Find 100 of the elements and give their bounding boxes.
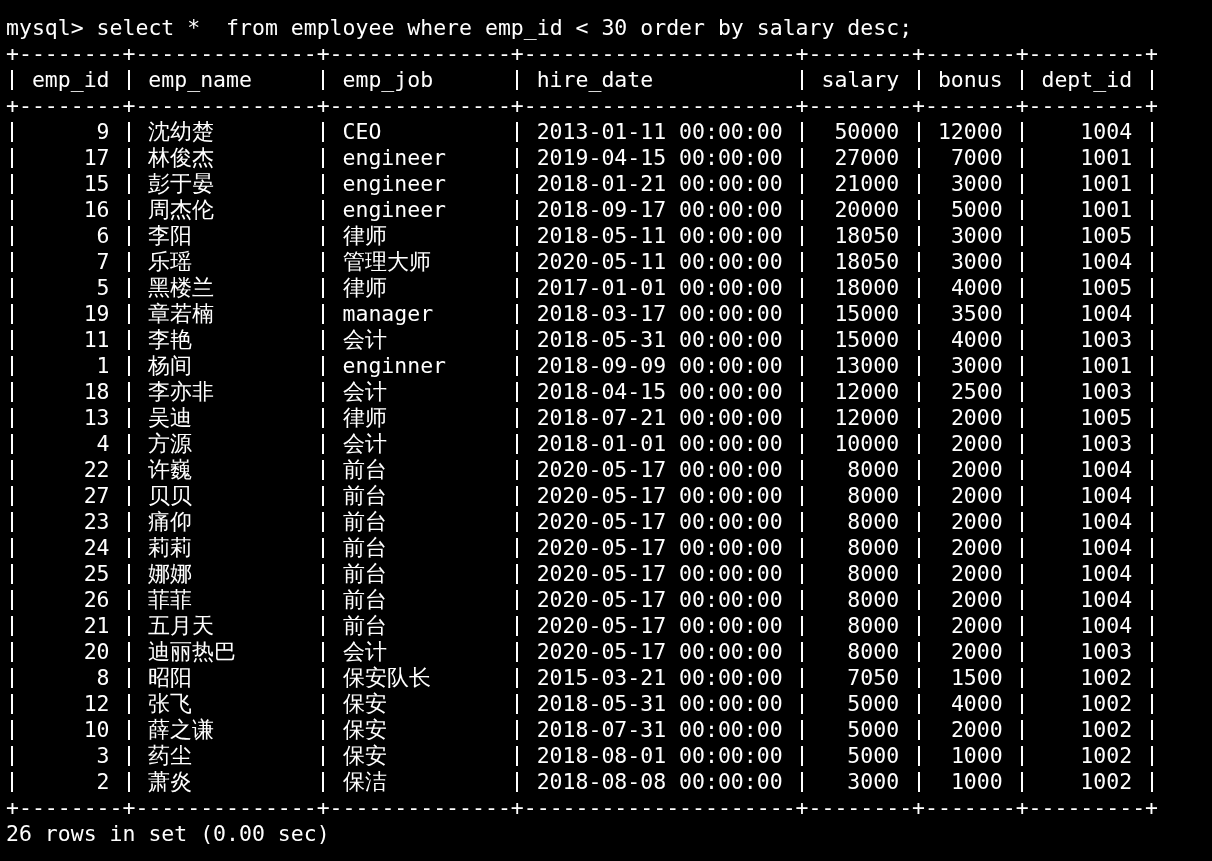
table-cell: 18000 xyxy=(834,275,900,301)
table-cell: 1001 xyxy=(1080,353,1133,379)
table-cell: 5 xyxy=(96,275,110,301)
table-cell: 痛仰 xyxy=(148,509,193,535)
table-cell: 2500 xyxy=(950,379,1003,405)
table-cell: 8000 xyxy=(847,483,900,509)
table-cell: 1004 xyxy=(1080,119,1133,145)
table-cell: 1005 xyxy=(1080,275,1133,301)
table-cell: 4 xyxy=(96,431,110,457)
table-cell: 5000 xyxy=(847,743,900,769)
table-cell: 2000 xyxy=(950,509,1003,535)
table-cell: 李亦非 xyxy=(148,379,215,405)
table-cell: 2013-01-11 00:00:00 xyxy=(536,119,783,145)
table-cell: 保安 xyxy=(342,691,387,717)
table-cell: 保洁 xyxy=(342,769,387,795)
table-cell: 1004 xyxy=(1080,613,1133,639)
table-cell: 1003 xyxy=(1080,379,1133,405)
table-cell: 10 xyxy=(83,717,110,743)
table-cell: 娜娜 xyxy=(148,561,193,587)
result-summary: 26 rows in set (0.00 sec) xyxy=(6,821,330,846)
table-cell: 2000 xyxy=(950,717,1003,743)
table-cell: 5000 xyxy=(847,717,900,743)
table-cell: 1001 xyxy=(1080,197,1133,223)
table-cell: 15 xyxy=(83,171,110,197)
table-cell: 管理大师 xyxy=(342,249,431,275)
table-cell: 2018-05-31 00:00:00 xyxy=(536,691,783,717)
table-cell: 13 xyxy=(83,405,110,431)
table-cell: 2020-05-17 00:00:00 xyxy=(536,613,783,639)
table-cell: 26 xyxy=(83,587,110,613)
table-cell: 3000 xyxy=(950,223,1003,249)
table-border: +--------+--------------+--------------+---------------------+--------+-------+---------+ xyxy=(6,93,1159,118)
table-cell: 2 xyxy=(96,769,110,795)
table-cell: 杨间 xyxy=(148,353,193,379)
column-header: bonus xyxy=(937,67,1003,93)
table-cell: 2000 xyxy=(950,431,1003,457)
table-cell: 20 xyxy=(83,639,110,665)
table-cell: 9 xyxy=(96,119,110,145)
table-cell: 24 xyxy=(83,535,110,561)
table-cell: 21000 xyxy=(834,171,900,197)
table-cell: 2020-05-17 00:00:00 xyxy=(536,561,783,587)
table-cell: 15000 xyxy=(834,327,900,353)
table-cell: 1003 xyxy=(1080,431,1133,457)
table-cell: 11 xyxy=(83,327,110,353)
table-cell: 17 xyxy=(83,145,110,171)
table-cell: 3000 xyxy=(847,769,900,795)
table-cell: 前台 xyxy=(342,457,387,483)
table-cell: 15000 xyxy=(834,301,900,327)
table-cell: 莉莉 xyxy=(148,535,193,561)
table-cell: 2000 xyxy=(950,639,1003,665)
table-cell: 会计 xyxy=(342,379,387,405)
table-cell: 21 xyxy=(83,613,110,639)
table-cell: 1004 xyxy=(1080,457,1133,483)
table-cell: 张飞 xyxy=(148,691,193,717)
table-cell: 2018-01-21 00:00:00 xyxy=(536,171,783,197)
column-header: dept_id xyxy=(1041,67,1133,93)
table-cell: 16 xyxy=(83,197,110,223)
table-cell: 2020-05-17 00:00:00 xyxy=(536,587,783,613)
table-cell: 2020-05-17 00:00:00 xyxy=(536,535,783,561)
column-header: salary xyxy=(821,67,900,93)
table-cell: 18 xyxy=(83,379,110,405)
table-cell: 10000 xyxy=(834,431,900,457)
table-cell: 薛之谦 xyxy=(148,717,215,743)
table-cell: 23 xyxy=(83,509,110,535)
table-border: +--------+--------------+--------------+---------------------+--------+-------+---------+ xyxy=(6,795,1159,820)
table-cell: 前台 xyxy=(342,535,387,561)
table-cell: 1002 xyxy=(1080,743,1133,769)
column-header: emp_id xyxy=(31,67,110,93)
table-cell: 2018-04-15 00:00:00 xyxy=(536,379,783,405)
table-cell: 2000 xyxy=(950,457,1003,483)
table-cell: 8000 xyxy=(847,587,900,613)
table-cell: 黑楼兰 xyxy=(148,275,215,301)
table-cell: 沈幼楚 xyxy=(148,119,215,145)
table-cell: 3000 xyxy=(950,353,1003,379)
table-cell: 18050 xyxy=(834,223,900,249)
table-cell: 1005 xyxy=(1080,223,1133,249)
table-cell: 律师 xyxy=(342,275,387,301)
table-cell: 1005 xyxy=(1080,405,1133,431)
table-cell: 前台 xyxy=(342,509,387,535)
table-cell: 1000 xyxy=(950,743,1003,769)
table-cell: 1004 xyxy=(1080,561,1133,587)
table-cell: 1000 xyxy=(950,769,1003,795)
table-cell: engineer xyxy=(342,171,447,197)
table-cell: 7 xyxy=(96,249,110,275)
table-cell: 3000 xyxy=(950,171,1003,197)
table-cell: 12000 xyxy=(834,405,900,431)
table-cell: 周杰伦 xyxy=(148,197,215,223)
table-cell: 保安队长 xyxy=(342,665,431,691)
table-cell: 2018-07-21 00:00:00 xyxy=(536,405,783,431)
table-cell: 2018-03-17 00:00:00 xyxy=(536,301,783,327)
table-cell: 13000 xyxy=(834,353,900,379)
table-cell: manager xyxy=(342,301,434,327)
table-cell: 前台 xyxy=(342,483,387,509)
table-cell: 2000 xyxy=(950,405,1003,431)
table-cell: 保安 xyxy=(342,717,387,743)
table-cell: 保安 xyxy=(342,743,387,769)
table-cell: 2018-08-08 00:00:00 xyxy=(536,769,783,795)
column-header: emp_job xyxy=(342,67,434,93)
table-cell: 1003 xyxy=(1080,327,1133,353)
command-line: mysql> select * from employee where emp_id < 30 order by salary desc; xyxy=(6,15,913,40)
table-cell: 5000 xyxy=(847,691,900,717)
